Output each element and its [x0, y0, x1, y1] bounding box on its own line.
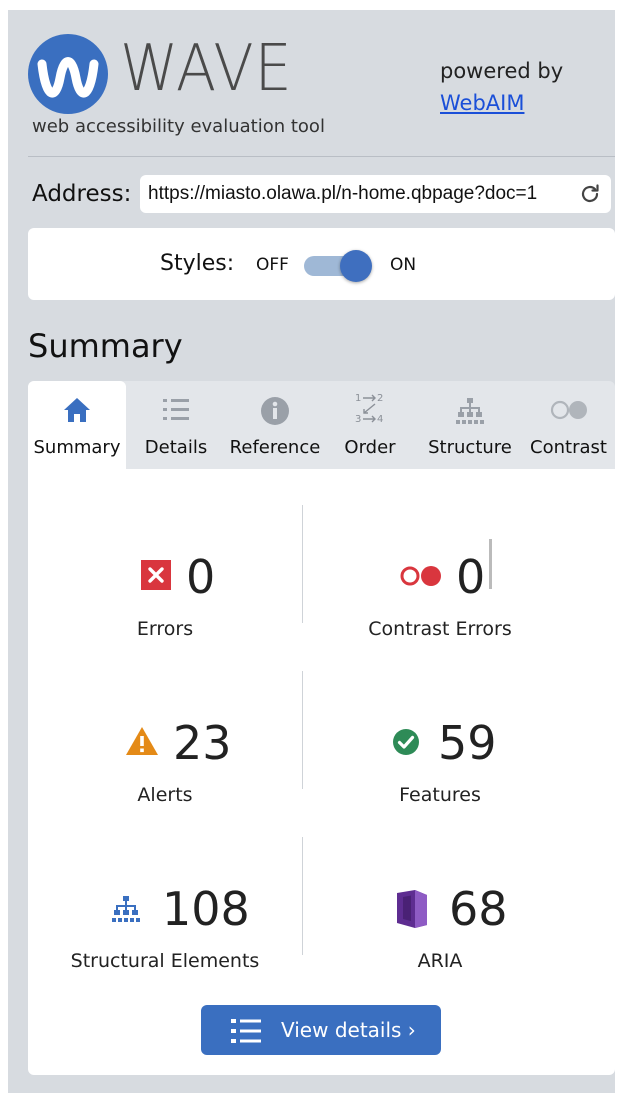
- feature-check-icon: [393, 729, 419, 755]
- svg-text:2: 2: [377, 393, 383, 404]
- tab-label: Reference: [229, 437, 321, 458]
- structure-icon: [112, 896, 140, 922]
- view-details-button[interactable]: View details ›: [201, 1005, 441, 1055]
- alerts-label: Alerts: [137, 784, 193, 806]
- tab-label: Details: [144, 437, 208, 458]
- column-divider: [302, 837, 303, 955]
- alerts-count: 23: [173, 716, 232, 770]
- home-icon: [64, 398, 90, 422]
- tab-details[interactable]: Details: [136, 381, 216, 469]
- address-label: Address:: [32, 181, 132, 207]
- address-input[interactable]: https://miasto.olawa.pl/n-home.qbpage?do…: [148, 175, 562, 213]
- contrast-errors-label: Contrast Errors: [368, 618, 512, 640]
- styles-on-label: ON: [390, 255, 417, 275]
- reload-icon[interactable]: [578, 182, 602, 206]
- tab-contrast[interactable]: Contrast: [522, 381, 615, 469]
- tab-order[interactable]: 1 2 3 4 Order: [334, 381, 406, 469]
- list-icon: [163, 399, 189, 420]
- header-divider: [28, 156, 615, 157]
- list-icon: [231, 1019, 261, 1043]
- tab-label: Summary: [33, 437, 121, 458]
- tab-bar: Summary Details Reference 1 2 3 4 Order …: [28, 381, 615, 469]
- wave-sidebar-panel: WAVE web accessibility evaluation tool p…: [8, 10, 615, 1093]
- features-count: 59: [438, 716, 497, 770]
- svg-text:4: 4: [377, 414, 383, 425]
- wave-logo-icon: [28, 34, 108, 114]
- tab-label: Contrast: [530, 437, 607, 458]
- tab-label: Order: [344, 437, 396, 458]
- styles-off-label: OFF: [256, 255, 289, 275]
- contrast-errors-count: 0: [456, 550, 486, 604]
- toggle-knob: [340, 250, 372, 282]
- structure-icon: [456, 398, 484, 424]
- contrast-icon: [550, 400, 587, 420]
- logo-wordmark: WAVE: [120, 32, 293, 106]
- aria-label: ARIA: [417, 950, 463, 972]
- webaim-link[interactable]: WebAIM: [440, 90, 524, 116]
- styles-label: Styles:: [160, 251, 235, 276]
- column-divider: [302, 671, 303, 789]
- column-divider: [302, 505, 303, 623]
- structural-count: 108: [162, 882, 250, 936]
- errors-label: Errors: [136, 618, 194, 640]
- summary-content: 0 Errors 0 Contrast Errors 23 Alerts 59 …: [28, 469, 615, 1075]
- text-cursor: [489, 539, 492, 589]
- structural-label: Structural Elements: [70, 950, 260, 972]
- alert-icon: [126, 727, 158, 755]
- svg-text:3: 3: [355, 414, 361, 425]
- svg-text:1: 1: [355, 393, 361, 404]
- view-details-label: View details ›: [281, 1018, 416, 1042]
- section-title: Summary: [28, 327, 183, 365]
- tagline: web accessibility evaluation tool: [32, 116, 325, 137]
- styles-toggle-switch[interactable]: [300, 250, 376, 282]
- tab-structure[interactable]: Structure: [424, 381, 516, 469]
- powered-by-text: powered by: [440, 59, 564, 83]
- features-label: Features: [399, 784, 481, 806]
- tab-label: Structure: [428, 437, 512, 458]
- styles-toggle-card: Styles: OFF ON: [28, 228, 615, 300]
- aria-icon: [397, 890, 427, 928]
- address-field[interactable]: https://miasto.olawa.pl/n-home.qbpage?do…: [140, 175, 611, 213]
- info-icon: [261, 397, 289, 425]
- order-icon: 1 2 3 4: [355, 393, 383, 425]
- errors-count: 0: [186, 550, 216, 604]
- error-icon: [141, 560, 171, 590]
- tab-reference[interactable]: Reference: [222, 381, 328, 469]
- contrast-error-icon: [400, 566, 441, 586]
- tab-summary[interactable]: Summary: [28, 381, 126, 469]
- aria-count: 68: [449, 882, 508, 936]
